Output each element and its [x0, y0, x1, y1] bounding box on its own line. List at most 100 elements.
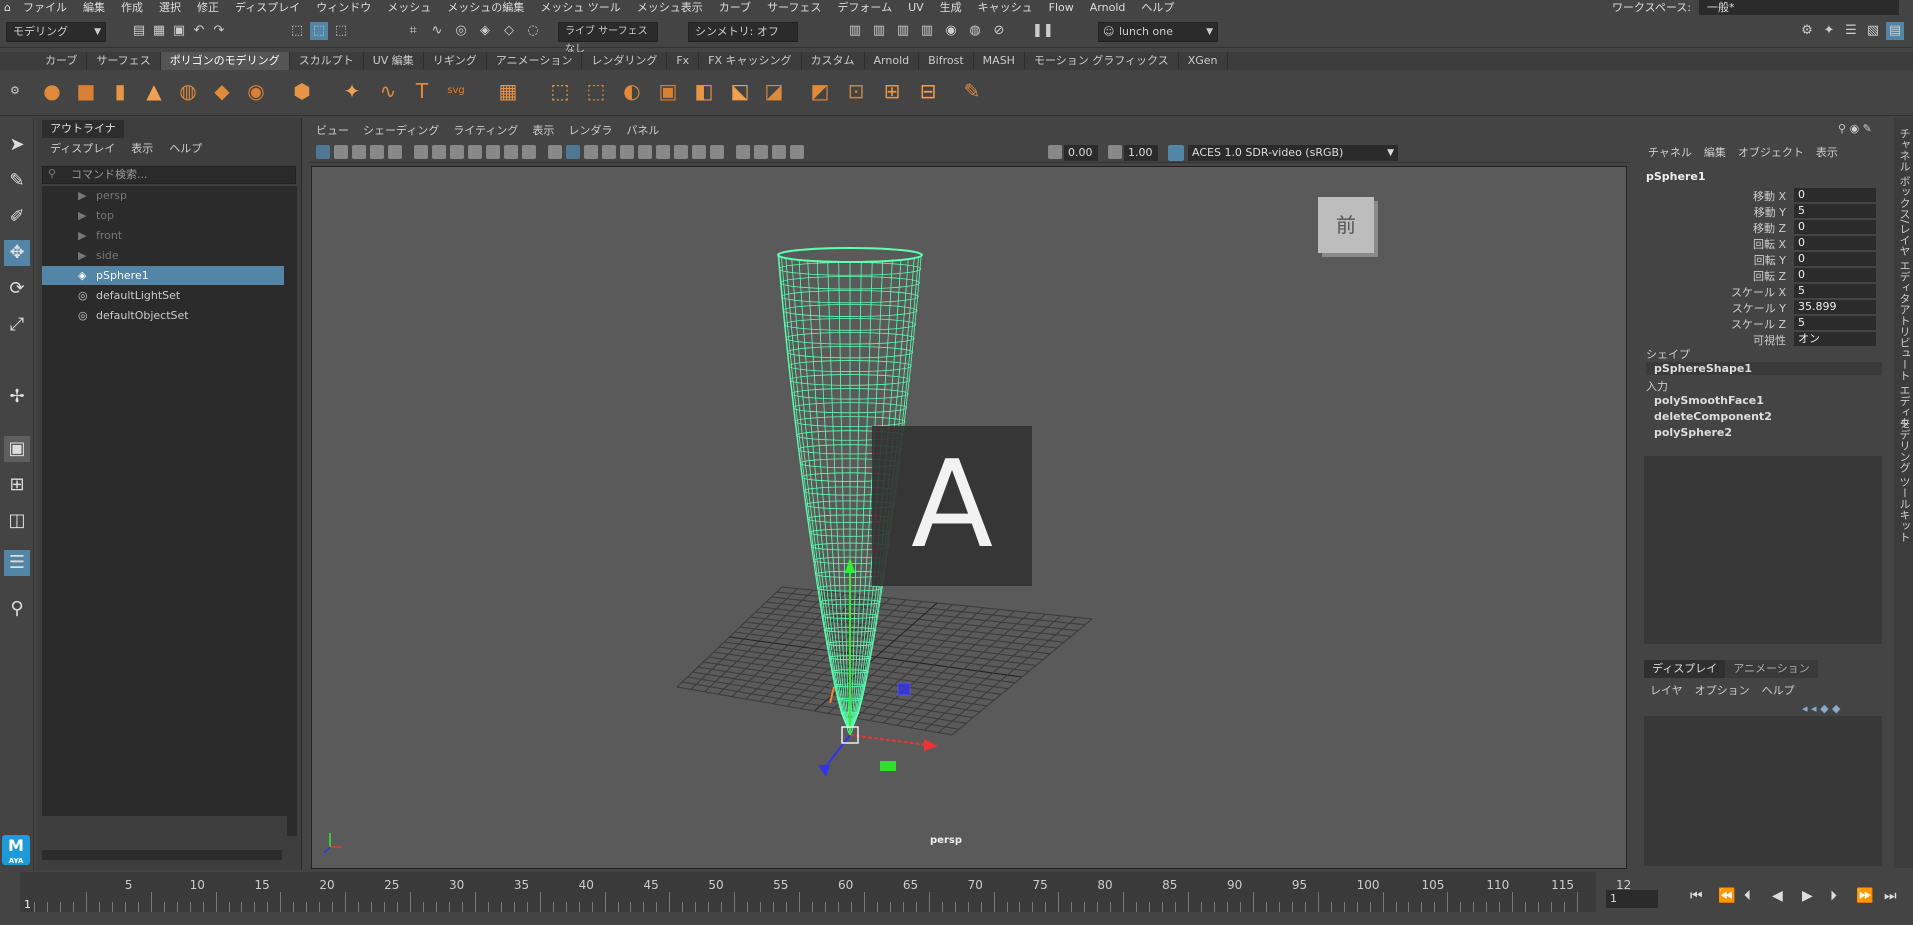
extrude-icon[interactable]: ◧ [692, 79, 716, 103]
symmetry-dropdown[interactable]: シンメトリ: オフ [688, 22, 798, 42]
camera-attr-icon[interactable] [316, 145, 330, 159]
side-tab-channel-box[interactable]: チャネル ボックス/レイヤ エディタ [1896, 128, 1912, 304]
channel-attribute-value[interactable]: 0 [1794, 236, 1876, 250]
shelf-tab-bifrost[interactable]: Bifrost [919, 52, 974, 70]
isolate-select-icon[interactable] [736, 145, 750, 159]
vertical-scrollbar[interactable] [287, 186, 297, 836]
smooth-shade-icon[interactable] [566, 145, 580, 159]
channel-attribute-row[interactable]: 回転 Y 0 [1646, 252, 1876, 267]
list-item[interactable]: ▶ top [42, 206, 284, 225]
motion-blur-icon[interactable] [674, 145, 688, 159]
text-icon[interactable]: T [410, 79, 434, 103]
list-item[interactable]: ◈ pSphere1 [42, 266, 284, 285]
anti-alias-icon[interactable] [692, 145, 706, 159]
wireframe-on-shaded-icon[interactable] [584, 145, 598, 159]
step-back-key-icon[interactable]: ⏪ [1718, 888, 1735, 904]
hypershade-icon[interactable]: ◉ [942, 22, 960, 40]
select-tool-icon[interactable]: ➤ [4, 132, 30, 158]
channel-attribute-row[interactable]: 移動 Y 5 [1646, 204, 1876, 219]
3d-viewport[interactable]: 前 A persp [311, 166, 1627, 869]
ipr-render-icon[interactable]: ▥ [894, 22, 912, 40]
channel-attribute-row[interactable]: 回転 X 0 [1646, 236, 1876, 251]
step-back-frame-icon[interactable]: ⏴ [1744, 888, 1751, 904]
viewport-menu-show[interactable]: 表示 [532, 121, 554, 141]
shelf-tab-rendering[interactable]: レンダリング [582, 52, 668, 70]
play-backwards-icon[interactable]: ◀ [1772, 888, 1783, 904]
cube-icon[interactable]: ■ [74, 79, 98, 103]
menu-generate[interactable]: 生成 [932, 0, 970, 15]
shelf-options-icon[interactable]: ⚙ [10, 84, 20, 97]
menu-edit[interactable]: 編集 [75, 0, 113, 15]
select-hierarchy-icon[interactable]: ⬚ [288, 22, 306, 40]
channel-attribute-row[interactable]: 可視性 オン [1646, 332, 1876, 347]
tab-outliner[interactable]: アウトライナ [42, 120, 124, 138]
channel-attribute-value[interactable]: 0 [1794, 188, 1876, 202]
separate-icon[interactable]: ⬚ [584, 79, 608, 103]
move-layer-up-icon[interactable]: ◂ [1802, 702, 1808, 715]
channel-box-icon[interactable]: ▤ [1886, 22, 1904, 40]
channel-attribute-value[interactable]: 0 [1794, 252, 1876, 266]
channel-attribute-row[interactable]: スケール X 5 [1646, 284, 1876, 299]
gate-mask-icon[interactable] [468, 145, 482, 159]
search-icon[interactable]: ⚲ [4, 596, 30, 622]
image-plane-icon[interactable] [352, 145, 366, 159]
side-tab-modeling-toolkit[interactable]: モデリング ツールキット [1896, 418, 1912, 543]
smooth-icon[interactable]: ◐ [620, 79, 644, 103]
menu-cache[interactable]: キャッシュ [970, 0, 1041, 15]
layer-menu-layers[interactable]: レイヤ [1650, 682, 1683, 698]
channel-attribute-value[interactable]: 0 [1794, 268, 1876, 282]
menu-arnold[interactable]: Arnold [1082, 1, 1134, 14]
manip-arrow-z[interactable] [818, 765, 830, 777]
manip-arrow-x[interactable] [924, 739, 938, 751]
input-node[interactable]: deleteComponent2 [1654, 410, 1772, 423]
tool-settings-icon[interactable]: ▧ [1864, 22, 1882, 40]
single-pane-icon[interactable]: ▣ [4, 436, 30, 462]
shelf-tab-curves[interactable]: カーブ [36, 52, 88, 70]
sphere-icon[interactable]: ● [40, 79, 64, 103]
undo-icon[interactable]: ↶ [190, 22, 208, 40]
exposure-icon[interactable] [1048, 145, 1062, 159]
last-tool-icon[interactable]: ✢ [4, 384, 30, 410]
go-to-end-icon[interactable]: ⏭ [1884, 888, 1897, 904]
shadows-icon[interactable] [638, 145, 652, 159]
channel-attribute-row[interactable]: スケール Y 35.899 [1646, 300, 1876, 315]
help-icon[interactable]: ◉ [1850, 122, 1860, 135]
menu-select[interactable]: 選択 [151, 0, 189, 15]
attribute-editor-icon[interactable]: ☰ [1842, 22, 1860, 40]
multi-cut-icon[interactable]: ⊡ [844, 79, 868, 103]
snap-surface-icon[interactable]: ◇ [500, 22, 518, 40]
manip-plane-xz[interactable] [880, 761, 896, 771]
character-controls-icon[interactable]: ✦ [1820, 22, 1838, 40]
shelf-tab-rigging[interactable]: リギング [424, 52, 487, 70]
menu-mesh[interactable]: メッシュ [379, 0, 439, 15]
menu-surfaces[interactable]: サーフェス [759, 0, 829, 15]
plane-icon[interactable]: ◆ [210, 79, 234, 103]
viewport-menu-shading[interactable]: シェーディング [363, 121, 439, 141]
offset-loop-icon[interactable]: ⊟ [916, 79, 940, 103]
home-icon[interactable]: ⌂ [0, 1, 15, 14]
new-layer-icon[interactable]: ◆ [1820, 702, 1828, 715]
channel-menu-edit[interactable]: 編集 [1704, 144, 1726, 160]
channel-menu-show[interactable]: 表示 [1816, 144, 1838, 160]
select-object-icon[interactable]: ⬚ [310, 22, 328, 40]
grease-pencil-icon[interactable] [388, 145, 402, 159]
xray-components-icon[interactable] [790, 145, 804, 159]
step-forward-key-icon[interactable]: ⏩ [1856, 888, 1873, 904]
channel-attribute-value[interactable]: 5 [1794, 284, 1876, 298]
channel-attribute-row[interactable]: スケール Z 5 [1646, 316, 1876, 331]
channel-attribute-value[interactable]: 35.899 [1794, 300, 1876, 314]
list-item[interactable]: ▶ front [42, 226, 284, 245]
menu-mesh-display[interactable]: メッシュ表示 [629, 0, 711, 15]
shelf-tab-arnold[interactable]: Arnold [865, 52, 920, 70]
render-settings-icon[interactable]: ▥ [918, 22, 936, 40]
object-name[interactable]: pSphere1 [1646, 170, 1706, 183]
shape-node[interactable]: pSphereShape1 [1646, 362, 1882, 375]
manip-axis-z[interactable] [823, 734, 851, 770]
viewport-menu-panels[interactable]: パネル [626, 121, 659, 141]
new-layer-selected-icon[interactable]: ◆ [1832, 702, 1840, 715]
shelf-tab-surfaces[interactable]: サーフェス [87, 52, 161, 70]
outliner-menu-show[interactable]: 表示 [131, 140, 153, 156]
colorspace-toggle-icon[interactable] [1168, 145, 1184, 161]
disc-icon[interactable]: ◉ [244, 79, 268, 103]
menu-uv[interactable]: UV [900, 1, 932, 14]
